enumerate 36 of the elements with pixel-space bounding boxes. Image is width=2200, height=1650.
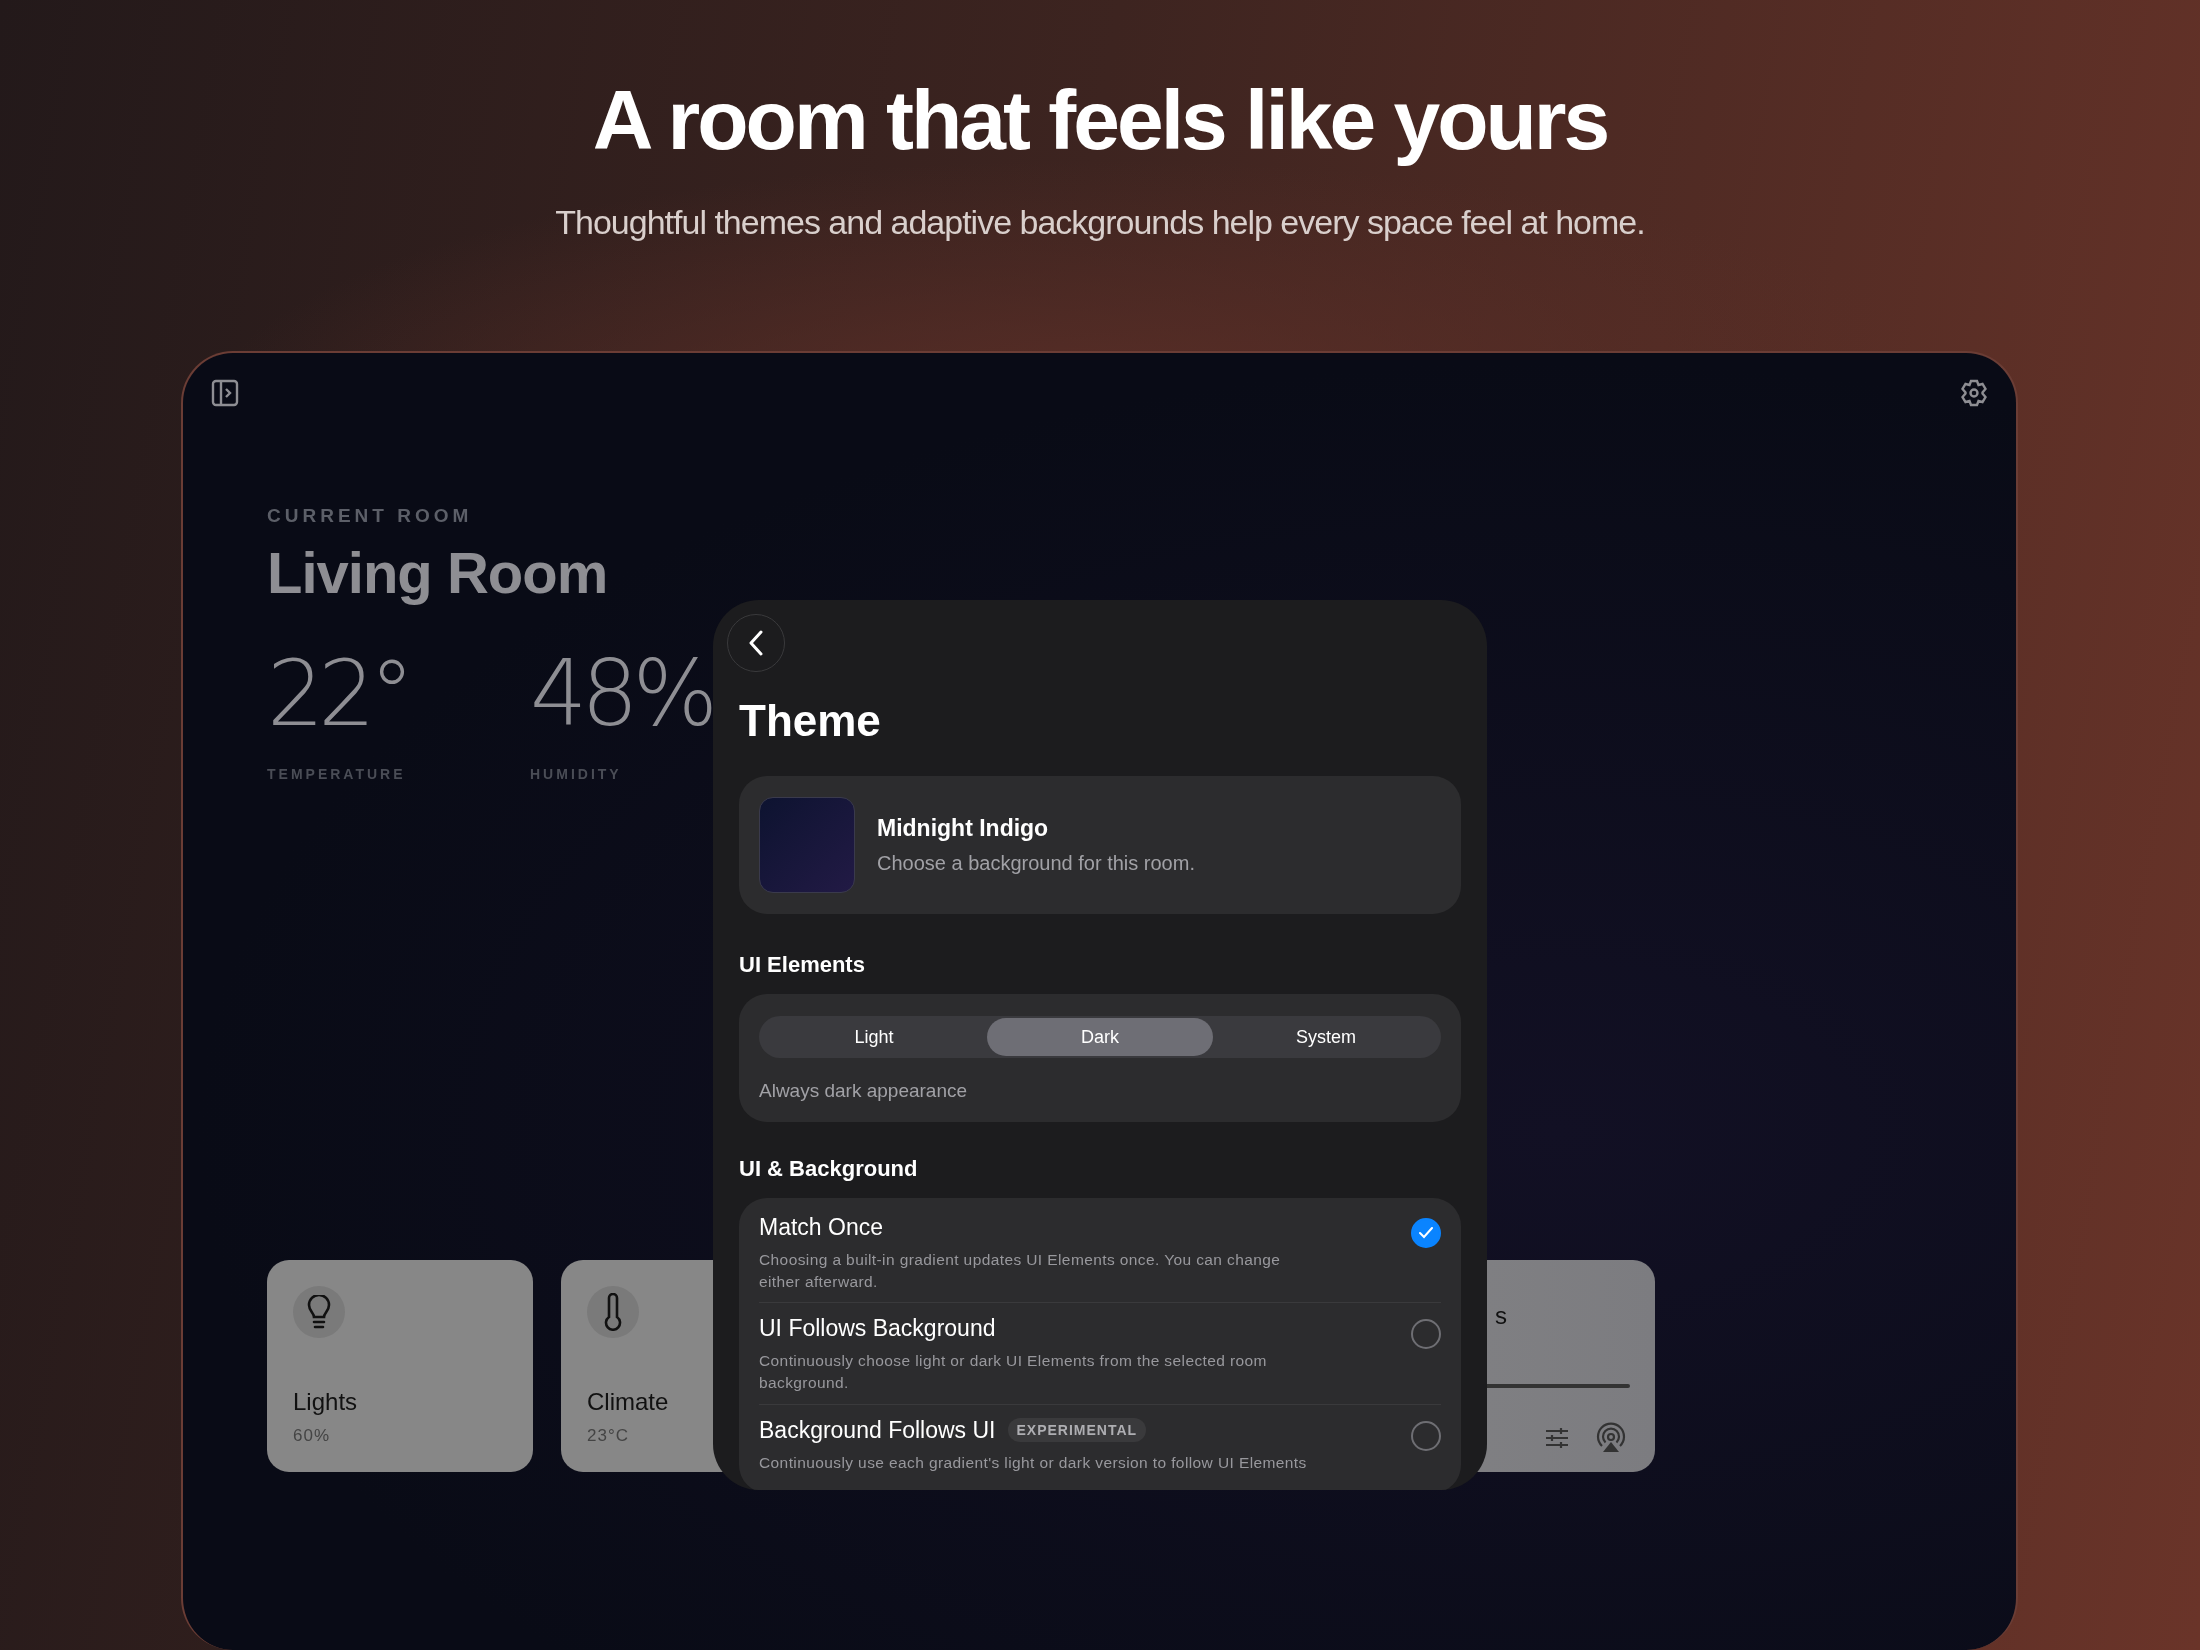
subtitle: Thoughtful themes and adaptive backgrounds help every space feel at home. [555,203,1645,242]
sidebar-toggle-button[interactable] [209,377,241,409]
section-heading: UI & Background [739,1156,919,1182]
airplay-icon[interactable] [1595,1422,1627,1454]
panel-title: Theme [739,696,882,746]
section-label: CURRENT ROOM [267,505,474,527]
mode-note: Always dark appearance [759,1080,969,1102]
card-title: s [1495,1302,1507,1330]
stat-value: 22° [267,642,410,746]
option-title: Match Once [759,1214,883,1241]
stat-label: TEMPERATURE [267,765,407,782]
radio-button[interactable] [1411,1420,1441,1451]
card-title: Lights [293,1388,359,1416]
segment-tab[interactable]: Dark [987,1018,1213,1056]
back-chevron-icon [748,630,764,656]
segment-tab[interactable]: Light [761,1018,987,1056]
card-title: Climate [587,1388,670,1416]
room-name: Living Room [267,539,609,606]
stat-value: 48% [530,642,714,746]
sliders-icon[interactable] [1545,1427,1569,1449]
thermometer-icon [603,1293,623,1331]
card-detail: 60% [293,1426,332,1446]
segment-tab[interactable]: System [1213,1018,1439,1056]
background-hint: Choose a background for this room. [877,852,1195,875]
background-name: Midnight Indigo [877,815,1050,842]
device-card[interactable]: Lights 60% [267,1260,533,1472]
experimental-badge: EXPERIMENTAL [1007,1418,1147,1443]
radio-button[interactable] [1411,1319,1441,1350]
settings-button[interactable] [1958,377,1990,409]
radio-button[interactable] [1411,1218,1441,1248]
headline: A room that feels like yours [592,72,1608,169]
section-heading: UI Elements [739,952,866,978]
checkmark-icon [1419,1227,1433,1239]
background-picker[interactable]: Midnight Indigo Choose a background for this room. [739,776,1461,914]
lightbulb-icon [305,1295,333,1329]
stat-label: HUMIDITY [530,765,623,782]
